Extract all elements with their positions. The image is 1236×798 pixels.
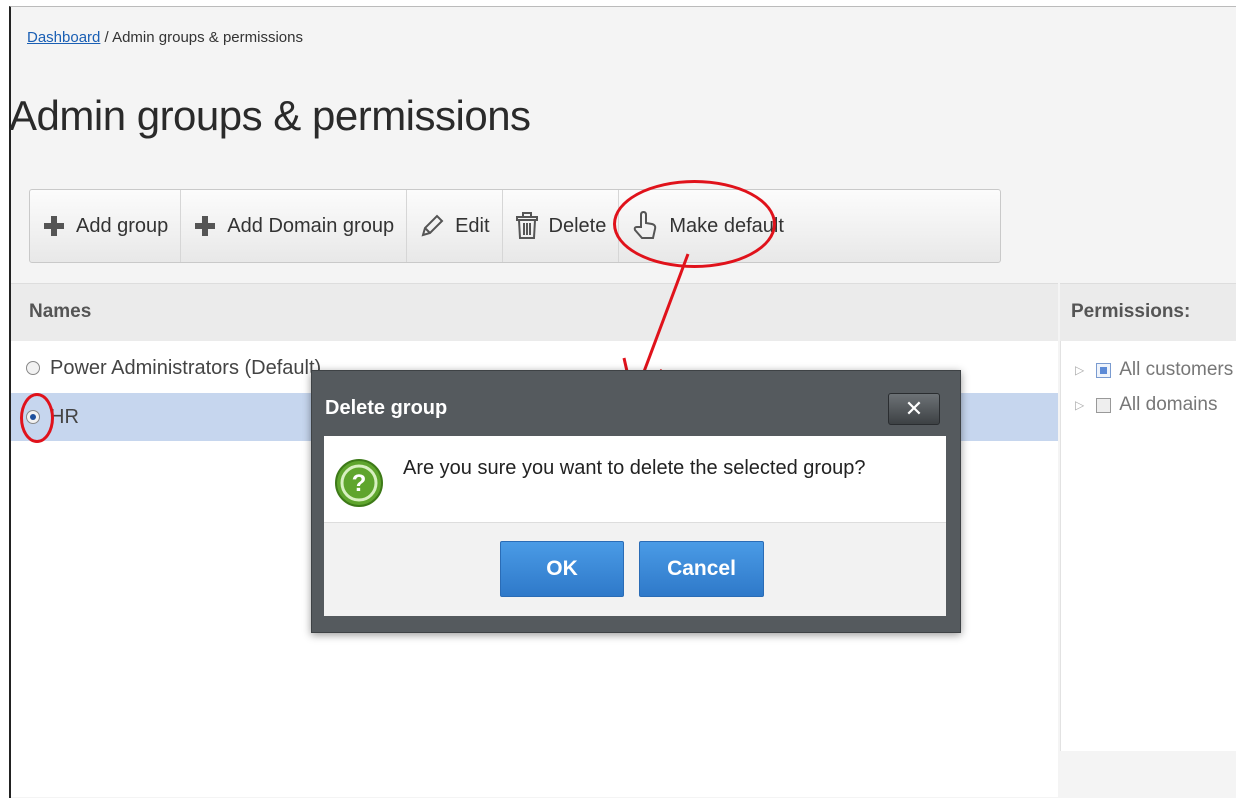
breadcrumb-separator: / [100,29,113,46]
add-group-button[interactable]: Add group [30,190,182,262]
svg-text:?: ? [352,470,367,497]
cancel-button[interactable]: Cancel [639,541,764,597]
close-icon: ✕ [904,396,924,421]
permission-label: All customers [1119,359,1234,380]
dialog-footer: OK Cancel [324,522,946,616]
question-icon: ? [334,458,384,508]
toolbar: Add group Add Domain group Edit Delete M… [29,189,1001,263]
edit-label: Edit [455,214,490,237]
checkbox[interactable] [1096,362,1112,378]
permission-item[interactable]: ▷ All customers [1075,359,1233,381]
dialog-title: Delete group [325,397,448,419]
delete-label: Delete [548,214,607,237]
page-title: Admin groups & permissions [9,92,531,139]
names-column-header: Names [11,283,1058,342]
close-button[interactable]: ✕ [888,393,940,425]
breadcrumb: Dashboard / Admin groups & permissions [27,29,303,46]
annotation-ellipse-delete [613,180,776,268]
breadcrumb-current: Admin groups & permissions [112,29,303,46]
breadcrumb-dashboard-link[interactable]: Dashboard [27,29,100,46]
radio-button[interactable] [26,361,40,375]
add-group-label: Add group [76,214,169,237]
add-domain-group-button[interactable]: Add Domain group [181,190,408,262]
group-name: HR [50,405,79,428]
pencil-icon [419,213,445,239]
names-header-label: Names [29,301,92,322]
edit-button[interactable]: Edit [407,190,503,262]
ok-button[interactable]: OK [500,541,624,597]
permission-item[interactable]: ▷ All domains [1075,394,1217,416]
expand-arrow-icon[interactable]: ▷ [1075,398,1084,412]
dialog-body: ? Are you sure you want to delete the se… [324,436,946,616]
plus-icon [193,214,217,238]
checkbox[interactable] [1096,397,1112,413]
expand-arrow-icon[interactable]: ▷ [1075,363,1084,377]
trash-icon [515,212,539,240]
permissions-tree: ▷ All customers ▷ All domains [1060,341,1236,751]
permissions-column-header: Permissions: [1060,283,1236,342]
dialog-message: Are you sure you want to delete the sele… [403,457,866,479]
annotation-ellipse-radio [20,393,54,443]
plus-icon [42,214,66,238]
add-domain-group-label: Add Domain group [227,214,395,237]
delete-group-dialog: Delete group ✕ ? Are you sure you want t… [311,370,961,633]
permission-label: All domains [1119,394,1218,415]
group-name: Power Administrators (Default) [50,356,322,379]
delete-button[interactable]: Delete [503,190,620,262]
permissions-header-label: Permissions: [1071,301,1191,322]
